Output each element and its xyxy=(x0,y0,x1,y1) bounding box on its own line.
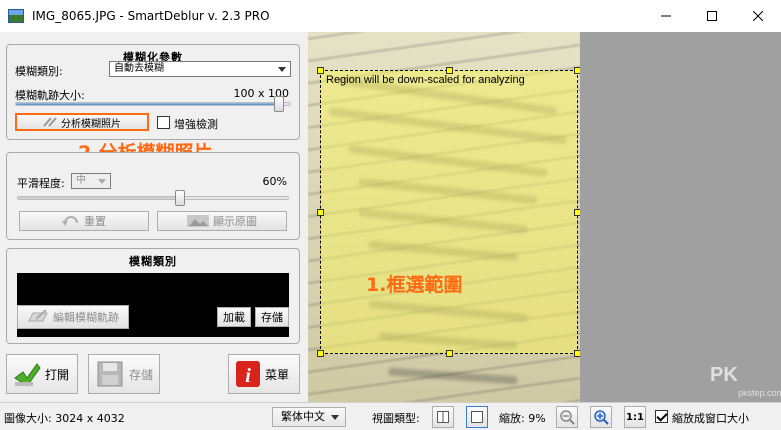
zoom-out-icon xyxy=(560,410,575,425)
blur-kernel-group: 模糊類別 編輯模糊軌跡 加載 存儲 xyxy=(6,248,300,344)
analyze-blur-button[interactable]: 分析模糊照片 xyxy=(15,113,149,131)
smoothing-value: 中 xyxy=(76,175,86,186)
info-icon: i xyxy=(236,361,260,387)
open-button[interactable]: 打開 xyxy=(6,354,78,394)
zoom-level: 縮放: 9% xyxy=(499,412,546,425)
selection-region[interactable] xyxy=(317,67,580,357)
single-view-button[interactable] xyxy=(466,406,488,428)
smoothing-group: 平滑程度: 中 60% 重置 顯示原圖 xyxy=(6,152,300,240)
reset-button[interactable]: 重置 xyxy=(19,211,149,231)
close-icon xyxy=(753,11,763,21)
load-kernel-button[interactable]: 加載 xyxy=(217,307,251,327)
blur-kernel-title: 模糊類別 xyxy=(129,255,177,268)
language-value: 繁体中文 xyxy=(281,410,325,423)
language-select[interactable]: 繁体中文 xyxy=(272,407,346,427)
kernel-size-slider[interactable] xyxy=(15,96,291,112)
chevron-down-icon xyxy=(331,415,339,420)
save-kernel-button[interactable]: 存儲 xyxy=(255,307,289,327)
smoothing-fill xyxy=(18,197,180,199)
resize-handle-bottom-left[interactable] xyxy=(317,350,324,357)
actual-size-button[interactable]: 1:1 xyxy=(624,406,646,428)
annotation-step1: 1.框選範圍 xyxy=(366,274,463,296)
app-image-icon xyxy=(8,9,24,23)
analyze-icon xyxy=(43,117,57,127)
minimize-icon xyxy=(661,15,671,17)
chevron-down-icon xyxy=(98,179,106,184)
save-button[interactable]: 存儲 xyxy=(88,354,160,394)
kernel-size-fill xyxy=(16,103,280,105)
minimize-button[interactable] xyxy=(643,0,689,32)
window-title: IMG_8065.JPG - SmartDeblur v. 2.3 PRO xyxy=(32,9,270,23)
zoom-in-icon xyxy=(594,410,609,425)
edit-kernel-icon xyxy=(28,309,48,322)
control-panel: 模糊化參數 模糊類別: 自動去模糊 模糊軌跡大小: 100 x 100 分析模糊… xyxy=(0,32,308,402)
kernel-size-label: 模糊軌跡大小: xyxy=(15,89,85,102)
menu-label: 菜單 xyxy=(265,367,290,382)
reset-icon xyxy=(62,216,78,226)
edit-kernel-button[interactable]: 編輯模糊軌跡 xyxy=(17,305,129,329)
smoothing-slider[interactable] xyxy=(17,190,289,206)
status-bar: 圖像大小: 3024 x 4032 繁体中文 視圖類型: 縮放: 9% 1:1 … xyxy=(0,402,781,430)
chevron-down-icon xyxy=(278,67,286,72)
resize-handle-top-left[interactable] xyxy=(317,67,324,74)
zoom-in-button[interactable] xyxy=(590,406,612,428)
open-label: 打開 xyxy=(45,367,70,382)
zoom-out-button[interactable] xyxy=(556,406,578,428)
reset-label: 重置 xyxy=(84,215,106,228)
fit-window-checkbox[interactable] xyxy=(655,410,668,423)
save-label: 存儲 xyxy=(129,367,154,382)
svg-text:i: i xyxy=(245,365,251,387)
enhance-label: 增強檢測 xyxy=(174,118,218,131)
maximize-icon xyxy=(707,11,717,21)
maximize-button[interactable] xyxy=(689,0,735,32)
blur-params-group: 模糊化參數 模糊類別: 自動去模糊 模糊軌跡大小: 100 x 100 分析模糊… xyxy=(6,44,300,140)
resize-handle-top[interactable] xyxy=(446,67,453,74)
split-view-button[interactable] xyxy=(432,406,454,428)
single-view-icon xyxy=(471,411,483,423)
split-view-icon xyxy=(437,411,449,423)
floppy-disk-icon xyxy=(97,361,123,387)
smoothing-label: 平滑程度: xyxy=(17,177,65,190)
resize-handle-bottom[interactable] xyxy=(446,350,453,357)
title-bar: IMG_8065.JPG - SmartDeblur v. 2.3 PRO xyxy=(0,0,781,32)
open-check-icon xyxy=(14,363,41,387)
actual-size-label: 1:1 xyxy=(626,411,644,423)
original-image-icon xyxy=(187,215,209,227)
show-original-label: 顯示原圖 xyxy=(213,215,257,228)
smoothing-select[interactable]: 中 xyxy=(71,173,111,189)
watermark-logo: PK xyxy=(710,364,738,386)
close-button[interactable] xyxy=(735,0,781,32)
smoothing-percent: 60% xyxy=(262,175,287,188)
blur-type-label: 模糊類別: xyxy=(15,65,63,78)
resize-handle-left[interactable] xyxy=(317,209,324,216)
blur-type-select[interactable]: 自動去模糊 xyxy=(109,61,291,77)
canvas-background xyxy=(580,32,781,402)
image-preview[interactable]: Region will be down-scaled for analyzing… xyxy=(308,32,580,402)
kernel-size-thumb[interactable] xyxy=(274,96,285,112)
smoothing-thumb[interactable] xyxy=(175,190,185,206)
analyze-blur-label: 分析模糊照片 xyxy=(61,118,121,130)
fit-window-label: 縮放成窗口大小 xyxy=(672,412,749,425)
load-kernel-label: 加載 xyxy=(223,311,245,324)
save-kernel-label: 存儲 xyxy=(261,311,283,324)
watermark-text: pkstep.com xyxy=(738,388,781,398)
image-size: 圖像大小: 3024 x 4032 xyxy=(4,412,125,425)
show-original-button[interactable]: 顯示原圖 xyxy=(157,211,287,231)
view-type-label: 視圖類型: xyxy=(372,412,420,425)
edit-kernel-label: 編輯模糊軌跡 xyxy=(53,311,119,324)
enhance-checkbox[interactable] xyxy=(157,116,170,129)
menu-button[interactable]: i 菜單 xyxy=(228,354,300,394)
blur-type-value: 自動去模糊 xyxy=(114,63,164,74)
region-note: Region will be down-scaled for analyzing xyxy=(326,74,525,86)
